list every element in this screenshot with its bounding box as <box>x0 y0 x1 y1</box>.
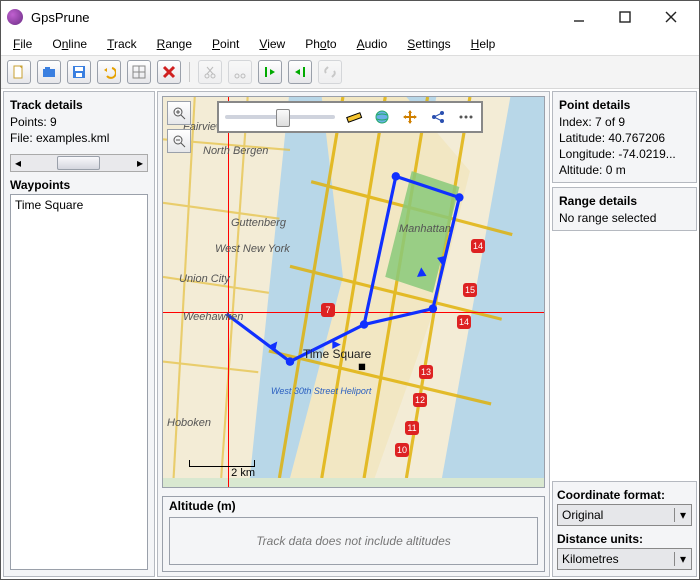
close-button[interactable] <box>649 3 693 31</box>
menu-point[interactable]: Point <box>208 35 243 53</box>
chevron-down-icon: ▾ <box>674 552 691 566</box>
grid-button[interactable] <box>127 60 151 84</box>
menu-track[interactable]: Track <box>103 35 141 53</box>
menu-file[interactable]: File <box>9 35 36 53</box>
cut-button <box>198 60 222 84</box>
waypoints-title: Waypoints <box>4 176 154 194</box>
link-button <box>318 60 342 84</box>
maximize-button[interactable] <box>603 3 647 31</box>
options-icon[interactable] <box>457 108 475 126</box>
distance-units-label: Distance units: <box>557 530 692 548</box>
center-panel: Fairview North Bergen Guttenberg West Ne… <box>157 91 550 577</box>
highway-shield: 15 <box>463 283 477 297</box>
menu-online[interactable]: Online <box>48 35 91 53</box>
right-panel: Point details Index: 7 of 9 Latitude: 40… <box>552 91 697 577</box>
range-message: No range selected <box>559 210 690 226</box>
point-details-title: Point details <box>559 96 690 114</box>
point-lon: Longitude: -74.0219... <box>559 146 690 162</box>
new-file-button[interactable] <box>7 60 31 84</box>
map-toolbar <box>217 101 483 133</box>
units-panel: Coordinate format: Original ▾ Distance u… <box>552 481 697 577</box>
left-panel: Track details Points: 9 File: examples.k… <box>3 91 155 577</box>
share-icon[interactable] <box>429 108 447 126</box>
globe-icon[interactable] <box>373 108 391 126</box>
app-icon <box>7 9 23 25</box>
menu-settings[interactable]: Settings <box>403 35 454 53</box>
zoom-in-button[interactable] <box>167 101 191 125</box>
map-label: Manhattan <box>399 223 451 235</box>
chevron-down-icon: ▾ <box>674 508 691 522</box>
distance-units-select[interactable]: Kilometres ▾ <box>557 548 692 570</box>
pan-icon[interactable] <box>401 108 419 126</box>
altitude-panel: Altitude (m) Track data does not include… <box>162 496 545 572</box>
track-details-title: Track details <box>10 96 148 114</box>
menu-view[interactable]: View <box>255 35 289 53</box>
compress-end-button[interactable] <box>288 60 312 84</box>
highway-shield: 12 <box>413 393 427 407</box>
list-item[interactable]: Time Square <box>13 197 145 213</box>
point-details-panel: Point details Index: 7 of 9 Latitude: 40… <box>552 91 697 183</box>
waypoints-list[interactable]: Time Square <box>10 194 148 570</box>
map-label: Guttenberg <box>231 217 286 229</box>
map-label: North Bergen <box>203 145 268 157</box>
minimize-button[interactable] <box>557 3 601 31</box>
point-lat: Latitude: 40.767206 <box>559 130 690 146</box>
map-label: Union City <box>179 273 230 285</box>
window-title: GpsPrune <box>31 10 557 25</box>
compress-start-button[interactable] <box>258 60 282 84</box>
track-points: Points: 9 <box>10 114 148 130</box>
undo-button[interactable] <box>97 60 121 84</box>
map-label: West 30th Street Heliport <box>271 387 341 396</box>
track-scrollbar[interactable]: ◂ ▸ <box>10 154 148 172</box>
map-scale: 2 km <box>189 460 255 479</box>
coord-format-value: Original <box>558 508 674 522</box>
copy-button <box>228 60 252 84</box>
map-label: Hoboken <box>167 417 211 429</box>
coord-format-label: Coordinate format: <box>557 486 692 504</box>
ruler-icon[interactable] <box>345 108 363 126</box>
menu-audio[interactable]: Audio <box>353 35 392 53</box>
altitude-message: Track data does not include altitudes <box>169 517 538 565</box>
distance-units-value: Kilometres <box>558 552 674 566</box>
map-label: West New York <box>215 243 290 255</box>
point-alt: Altitude: 0 m <box>559 162 690 178</box>
menu-bar: File Online Track Range Point View Photo… <box>1 33 699 56</box>
highway-shield: 13 <box>419 365 433 379</box>
range-details-panel: Range details No range selected <box>552 187 697 231</box>
point-index: Index: 7 of 9 <box>559 114 690 130</box>
highway-shield: 10 <box>395 443 409 457</box>
map-canvas[interactable]: Fairview North Bergen Guttenberg West Ne… <box>162 96 545 488</box>
save-button[interactable] <box>67 60 91 84</box>
menu-range[interactable]: Range <box>153 35 196 53</box>
map-label: Weehawken <box>183 311 243 323</box>
menu-photo[interactable]: Photo <box>301 35 340 53</box>
highway-shield: 7 <box>321 303 335 317</box>
range-details-title: Range details <box>559 192 690 210</box>
track-file: File: examples.kml <box>10 130 148 146</box>
highway-shield: 14 <box>457 315 471 329</box>
scroll-right-icon[interactable]: ▸ <box>133 156 147 170</box>
menu-help[interactable]: Help <box>467 35 500 53</box>
highway-shield: 14 <box>471 239 485 253</box>
coord-format-select[interactable]: Original ▾ <box>557 504 692 526</box>
zoom-slider[interactable] <box>225 115 335 119</box>
scroll-left-icon[interactable]: ◂ <box>11 156 25 170</box>
delete-button[interactable] <box>157 60 181 84</box>
highway-shield: 11 <box>405 421 419 435</box>
title-bar: GpsPrune <box>1 1 699 33</box>
zoom-out-button[interactable] <box>167 129 191 153</box>
open-file-button[interactable] <box>37 60 61 84</box>
altitude-label: Altitude (m) <box>163 497 544 515</box>
main-toolbar <box>1 56 699 89</box>
map-label-waypoint: Time Square <box>303 347 371 361</box>
